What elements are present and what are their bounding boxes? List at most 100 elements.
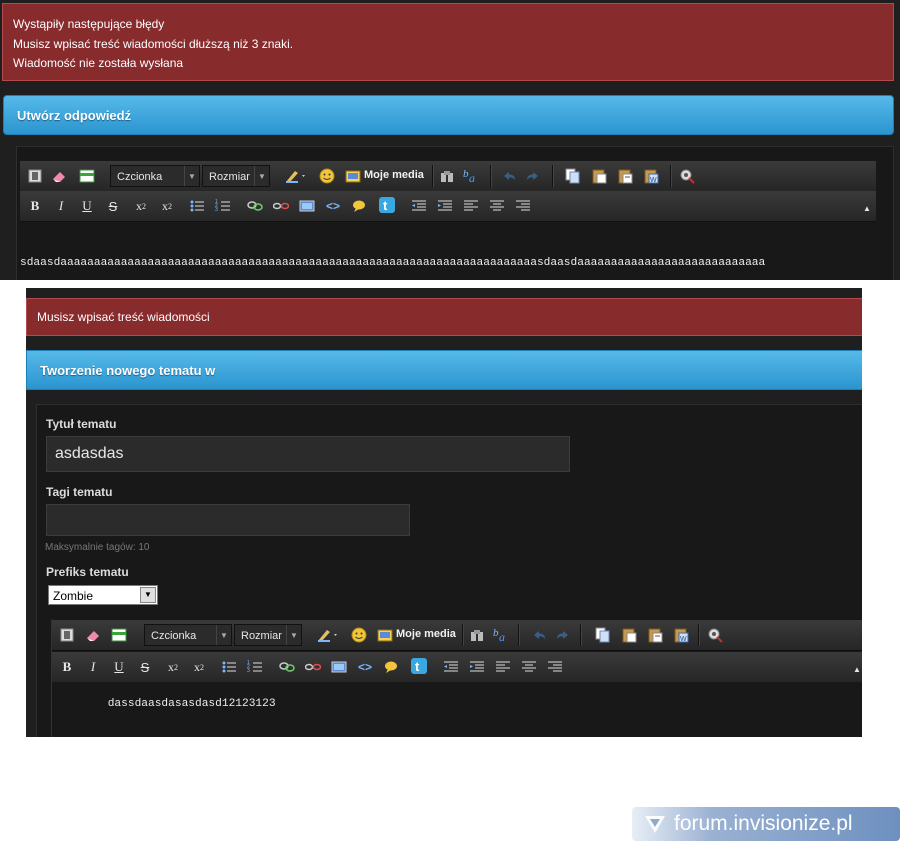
align-right-icon[interactable] (514, 197, 532, 215)
editor-toolbar-top: Czcionka ▼ Rozmiar ▼ Moje media ba W (52, 620, 862, 651)
copy-icon[interactable] (564, 167, 582, 185)
underline-icon[interactable]: U (110, 658, 128, 676)
eraser-icon[interactable] (50, 167, 68, 185)
chevron-down-icon: ▼ (254, 166, 269, 186)
replace-icon[interactable]: ba (462, 166, 480, 184)
outdent-icon[interactable] (442, 658, 460, 676)
indent-icon[interactable] (436, 197, 454, 215)
strike-icon[interactable]: S (104, 197, 122, 215)
code-icon[interactable]: <> (356, 658, 374, 676)
paste-word-icon[interactable]: W (642, 167, 660, 185)
code-icon[interactable]: <> (324, 197, 342, 215)
tags-input[interactable] (46, 504, 410, 536)
media-label[interactable]: Moje media (396, 628, 456, 640)
align-left-icon[interactable] (462, 197, 480, 215)
link-icon[interactable] (246, 197, 264, 215)
error-heading: Wystąpiły następujące błędy (13, 17, 165, 31)
subscript-icon[interactable]: x2 (164, 658, 182, 676)
collapse-icon[interactable]: ▲ (848, 660, 862, 678)
copy-icon[interactable] (594, 626, 612, 644)
chevron-down-icon: ▼ (184, 166, 199, 186)
align-center-icon[interactable] (520, 658, 538, 676)
size-select[interactable]: Rozmiar ▼ (234, 624, 302, 646)
template-icon[interactable] (78, 167, 96, 185)
superscript-icon[interactable]: x2 (158, 197, 176, 215)
watermark-text: forum.invisionize.pl (674, 812, 853, 835)
bullet-list-icon[interactable] (188, 197, 206, 215)
prefix-select[interactable]: Zombie ▼ (48, 585, 158, 605)
error-box: Musisz wpisać treść wiadomości (26, 298, 862, 336)
settings-icon[interactable] (706, 626, 724, 644)
template-icon[interactable] (110, 626, 128, 644)
unlink-icon[interactable] (272, 197, 290, 215)
paste-word-icon[interactable]: W (672, 626, 690, 644)
find-icon[interactable] (468, 626, 486, 644)
media-icon[interactable] (344, 167, 362, 185)
align-center-icon[interactable] (488, 197, 506, 215)
quote-icon[interactable] (350, 197, 368, 215)
strike-icon[interactable]: S (136, 658, 154, 676)
size-select[interactable]: Rozmiar ▼ (202, 165, 270, 187)
align-left-icon[interactable] (494, 658, 512, 676)
message-editor[interactable]: dassdaasdasasdasd12123123 (52, 682, 862, 737)
superscript-icon[interactable]: x2 (190, 658, 208, 676)
italic-icon[interactable]: I (52, 197, 70, 215)
image-icon[interactable] (330, 658, 348, 676)
twitter-icon[interactable]: t (378, 196, 396, 214)
twitter-icon[interactable]: t (410, 657, 428, 675)
redo-icon[interactable] (524, 167, 542, 185)
section-title: Tworzenie nowego tematu w (40, 363, 216, 378)
toolbar-separator (698, 624, 700, 646)
undo-icon[interactable] (500, 167, 518, 185)
indent-icon[interactable] (468, 658, 486, 676)
error-message: Musisz wpisać treść wiadomości (37, 310, 210, 324)
subscript-icon[interactable]: x2 (132, 197, 150, 215)
bold-icon[interactable]: B (58, 658, 76, 676)
emoticon-icon[interactable] (318, 167, 336, 185)
collapse-icon[interactable]: ▲ (858, 199, 876, 217)
paste-text-icon[interactable] (616, 167, 634, 185)
find-icon[interactable] (438, 167, 456, 185)
unlink-icon[interactable] (304, 658, 322, 676)
section-title: Utwórz odpowiedź (17, 108, 132, 123)
font-color-icon[interactable] (282, 167, 308, 185)
editor-toolbar-bottom: B I U S x2 x2 123 <> t ▲ (20, 191, 876, 222)
title-input[interactable]: asdasdas (46, 436, 570, 472)
size-select-label: Rozmiar (241, 630, 282, 642)
paste-icon[interactable] (590, 167, 608, 185)
image-icon[interactable] (298, 197, 316, 215)
eraser-icon[interactable] (84, 626, 102, 644)
editor-text: dassdaasdasasdasd12123123 (107, 698, 276, 710)
size-select-label: Rozmiar (209, 171, 250, 183)
paste-icon[interactable] (620, 626, 638, 644)
media-icon[interactable] (376, 626, 394, 644)
media-label[interactable]: Moje media (364, 169, 424, 181)
font-select[interactable]: Czcionka ▼ (110, 165, 200, 187)
emoticon-icon[interactable] (350, 626, 368, 644)
source-icon[interactable] (58, 626, 76, 644)
font-select[interactable]: Czcionka ▼ (144, 624, 232, 646)
replace-icon[interactable]: ba (492, 625, 510, 643)
quote-icon[interactable] (382, 658, 400, 676)
svg-text:3: 3 (215, 207, 218, 213)
font-color-icon[interactable] (314, 626, 340, 644)
outdent-icon[interactable] (410, 197, 428, 215)
toolbar-separator (580, 624, 582, 646)
settings-icon[interactable] (678, 167, 696, 185)
italic-icon[interactable]: I (84, 658, 102, 676)
bold-icon[interactable]: B (26, 197, 44, 215)
underline-icon[interactable]: U (78, 197, 96, 215)
link-icon[interactable] (278, 658, 296, 676)
redo-icon[interactable] (554, 626, 572, 644)
error-box: Wystąpiły następujące błędy Musisz wpisa… (2, 3, 894, 81)
numbered-list-icon[interactable]: 123 (246, 658, 264, 676)
bullet-list-icon[interactable] (220, 658, 238, 676)
paste-text-icon[interactable] (646, 626, 664, 644)
svg-text:a: a (469, 171, 475, 184)
align-right-icon[interactable] (546, 658, 564, 676)
numbered-list-icon[interactable]: 123 (214, 197, 232, 215)
source-icon[interactable] (26, 167, 44, 185)
error-line: Wiadomość nie została wysłana (13, 56, 184, 70)
message-editor[interactable]: sdaasdaaaaaaaaaaaaaaaaaaaaaaaaaaaaaaaaaa… (20, 225, 876, 280)
undo-icon[interactable] (530, 626, 548, 644)
